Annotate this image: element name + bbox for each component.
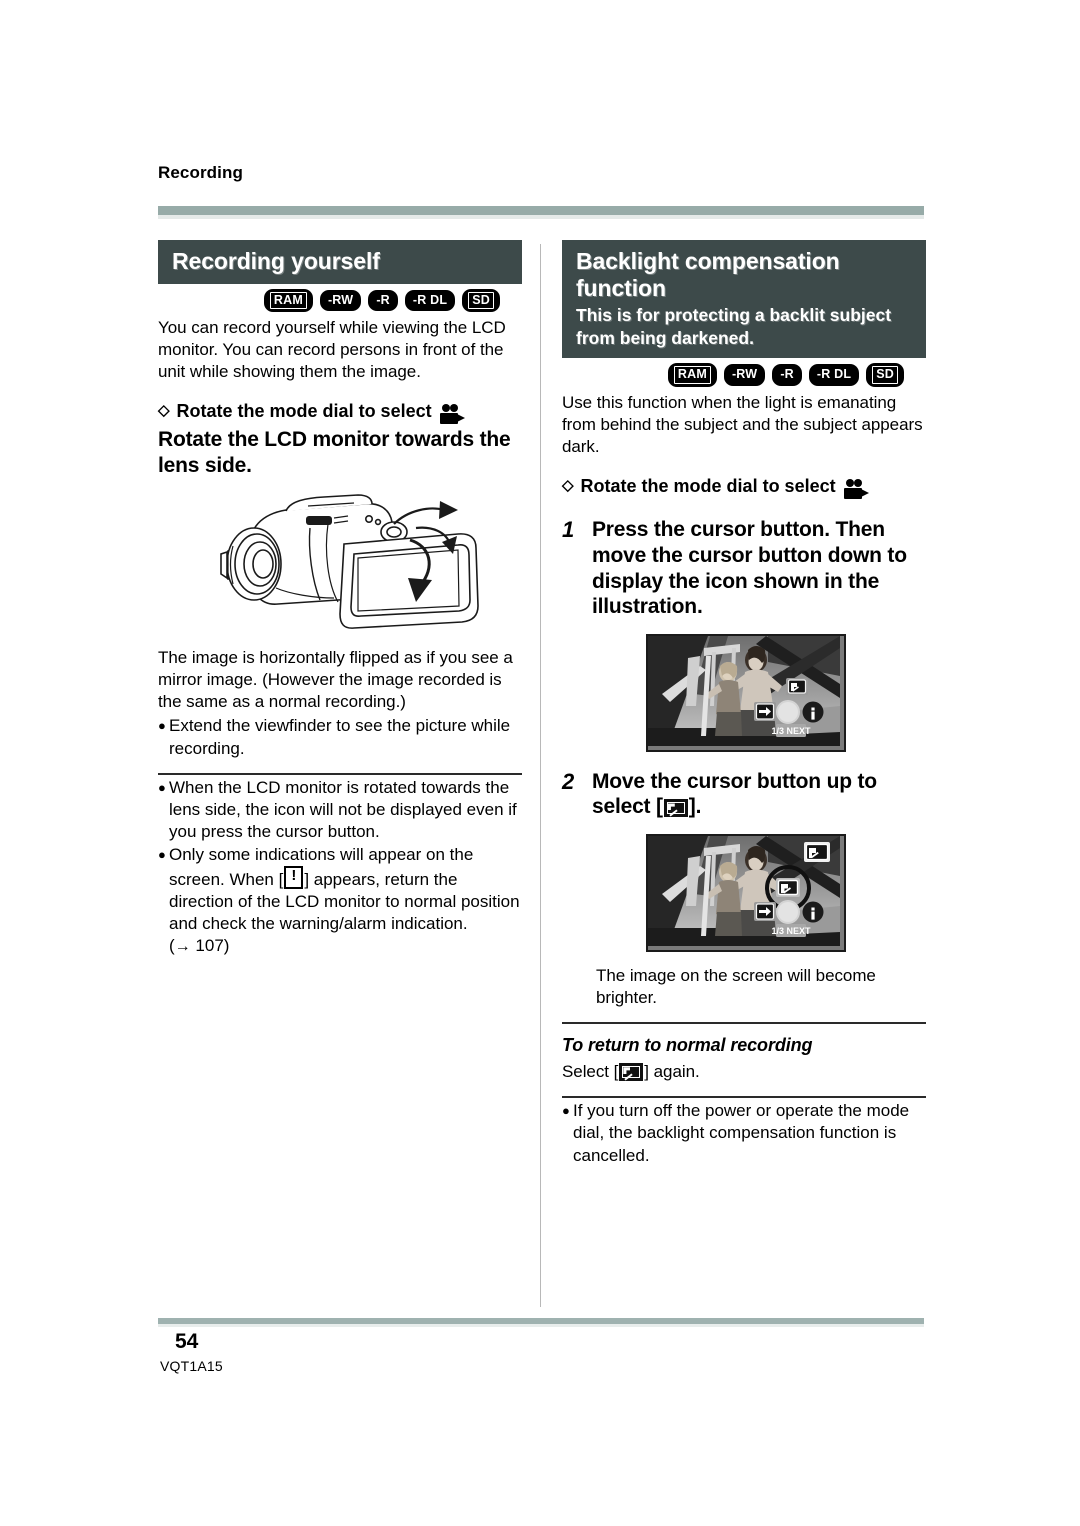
- disc-type-badges-right: RAM -RW -R -R DL SD: [562, 363, 926, 387]
- return-to-normal-heading: To return to normal recording: [562, 1035, 813, 1056]
- warning-icon: [284, 866, 304, 890]
- right-separator-2: [562, 1096, 926, 1099]
- bullet-dot-icon: ●: [562, 1103, 570, 1119]
- right-column: Backlight compensation function This is …: [562, 240, 926, 1167]
- left-column: Recording yourself RAM -RW -R -R DL SD Y…: [158, 240, 522, 957]
- badge-r: -R: [772, 364, 802, 386]
- left-intro-paragraph: You can record yourself while viewing th…: [158, 318, 506, 382]
- svg-text:1/3 NEXT: 1/3 NEXT: [771, 926, 811, 936]
- section-title: Recording yourself: [172, 248, 380, 274]
- step-text-after: ].: [688, 795, 702, 819]
- camcorder-lcd-rotate-illustration: [158, 488, 522, 634]
- left-big-heading: Rotate the LCD monitor towards the lens …: [158, 427, 511, 477]
- bullet-text-with-icon: Only some indications will appear on the…: [169, 844, 522, 957]
- badge-r-dl: -R DL: [808, 364, 860, 386]
- section-header-backlight-compensation: Backlight compensation function This is …: [562, 240, 926, 359]
- backlight-icon: [663, 799, 688, 818]
- arrow-right-icon: →: [174, 938, 191, 956]
- bullet-item: ● Extend the viewfinder to see the pictu…: [158, 715, 522, 759]
- step-2: 2 Move the cursor button up to select []…: [562, 769, 926, 820]
- step-number: 1: [562, 517, 575, 543]
- lcd-screen-backlight-selected-illustration: 1/3 NEXT: [646, 834, 846, 953]
- left-separator-1: [158, 772, 522, 775]
- badge-ram: RAM: [667, 363, 717, 387]
- return-text-before: Select [: [562, 1062, 619, 1082]
- bullet-item: ● Only some indications will appear on t…: [158, 844, 522, 957]
- section-title: Backlight compensation function: [576, 248, 840, 301]
- page-reference-number: 107: [195, 936, 224, 956]
- bullet-dot-icon: ●: [158, 846, 166, 862]
- right-separator-1: [562, 1022, 926, 1025]
- right-bullets-group: ● If you turn off the power or operate t…: [562, 1100, 926, 1166]
- step-text-before: Move the cursor button up to select [: [592, 769, 877, 819]
- bullet-item: ● If you turn off the power or operate t…: [562, 1100, 926, 1166]
- left-after-illustration-paragraph: The image is horizontally flipped as if …: [158, 648, 513, 712]
- badge-sd: SD: [866, 363, 904, 387]
- svg-text:1/3 NEXT: 1/3 NEXT: [771, 726, 811, 736]
- backlight-icon: [619, 1063, 644, 1082]
- bullet-text: If you turn off the power or operate the…: [573, 1101, 910, 1165]
- badge-rw: -RW: [319, 289, 362, 312]
- running-head: Recording: [158, 163, 243, 182]
- right-intro-paragraph: Use this function when the light is eman…: [562, 392, 923, 456]
- bullet-text: Extend the viewfinder to see the picture…: [169, 716, 511, 758]
- disc-type-badges-left: RAM -RW -R -R DL SD: [158, 288, 522, 313]
- bullet-item: ● When the LCD monitor is rotated toward…: [158, 777, 522, 843]
- top-rule-divider: [158, 206, 924, 215]
- badge-r-dl: -R DL: [404, 289, 456, 312]
- badge-sd: SD: [462, 288, 500, 313]
- return-text-after: ] again.: [644, 1062, 700, 1082]
- left-diamond-heading-text: Rotate the mode dial to select: [176, 401, 432, 422]
- bottom-rule-divider: [158, 1318, 924, 1324]
- after-step2-note: The image on the screen will become brig…: [596, 966, 876, 1008]
- step-text: Press the cursor button. Then move the c…: [592, 518, 907, 619]
- left-bullets-group-2: ● When the LCD monitor is rotated toward…: [158, 777, 522, 958]
- column-divider: [540, 244, 541, 1307]
- return-to-normal-text: Select [ ] again.: [562, 1061, 926, 1083]
- manual-page: Recording Recording yourself RAM -RW -R …: [0, 0, 1080, 1526]
- right-diamond-heading-text: Rotate the mode dial to select: [580, 475, 836, 496]
- bullet-dot-icon: ●: [158, 779, 166, 795]
- diamond-bullet-icon: ◇: [562, 476, 574, 494]
- page-reference: (→ 107): [169, 936, 230, 956]
- step-1: 1 Press the cursor button. Then move the…: [562, 517, 926, 619]
- step-text-with-icon: Move the cursor button up to select [].: [592, 769, 926, 820]
- bullet-text: When the LCD monitor is rotated towards …: [169, 777, 517, 841]
- bullet-dot-icon: ●: [158, 718, 166, 734]
- lcd-screen-cursor-icons-illustration: 1/3 NEXT: [646, 633, 846, 752]
- right-diamond-heading: ◇ Rotate the mode dial to select .: [562, 475, 926, 501]
- diamond-bullet-icon: ◇: [158, 402, 170, 420]
- section-header-recording-yourself: Recording yourself: [158, 240, 522, 284]
- left-bullets-group-1: ● Extend the viewfinder to see the pictu…: [158, 715, 522, 759]
- left-diamond-heading: ◇ Rotate the mode dial to select .: [158, 400, 522, 426]
- step-number: 2: [562, 768, 575, 794]
- page-number: 54: [175, 1330, 199, 1353]
- badge-ram: RAM: [263, 288, 313, 313]
- document-code: VQT1A15: [160, 1358, 223, 1374]
- badge-r: -R: [368, 289, 398, 312]
- section-subtitle: This is for protecting a backlit subject…: [576, 305, 892, 348]
- badge-rw: -RW: [723, 364, 766, 386]
